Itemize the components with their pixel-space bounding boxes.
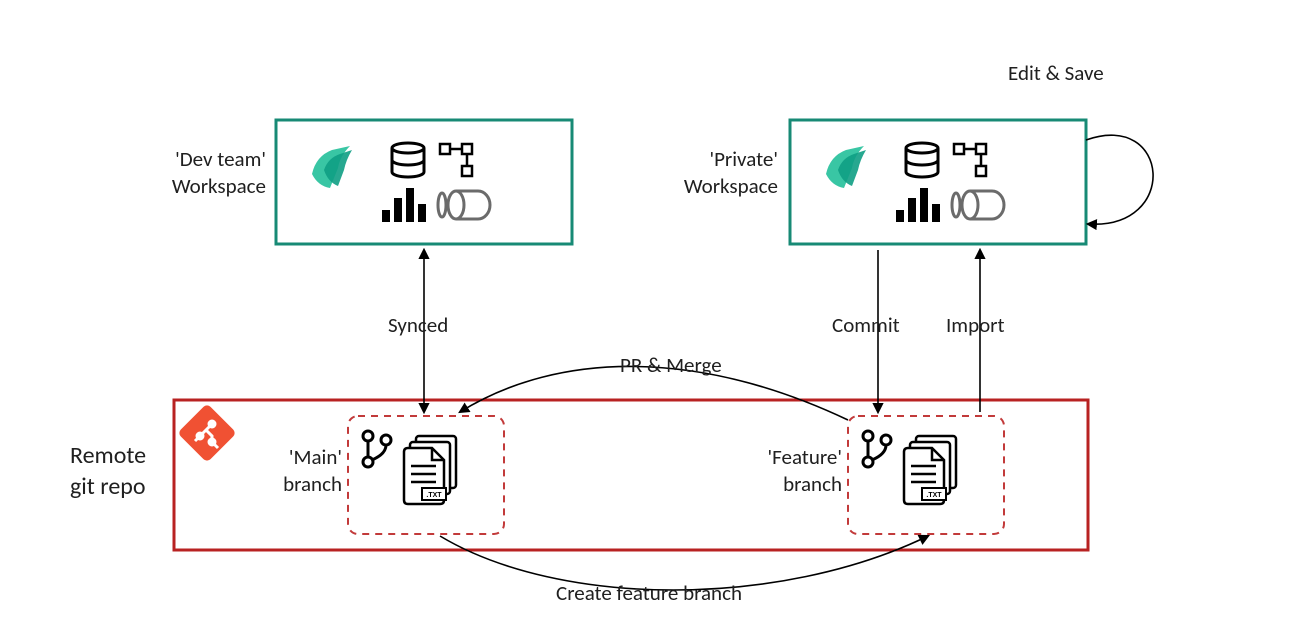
remote-repo-title: Remote git repo [70,440,146,502]
import-label: Import [946,312,1005,338]
commit-label: Commit [832,312,900,338]
feature-branch-label: 'Feature' branch [744,444,842,499]
edit-save-label: Edit & Save [1008,60,1104,86]
synced-label: Synced [388,312,448,338]
feature-branch-files-icon [904,436,956,504]
private-workspace-label: 'Private' Workspace [648,146,778,201]
dev-workspace-label: 'Dev team' Workspace [116,146,266,201]
pr-merge-label: PR & Merge [620,352,722,378]
edit-save-arrow [1086,135,1153,224]
main-branch-label: 'Main' branch [258,444,342,499]
create-branch-label: Create feature branch [556,580,742,606]
main-branch-files-icon [404,436,456,504]
